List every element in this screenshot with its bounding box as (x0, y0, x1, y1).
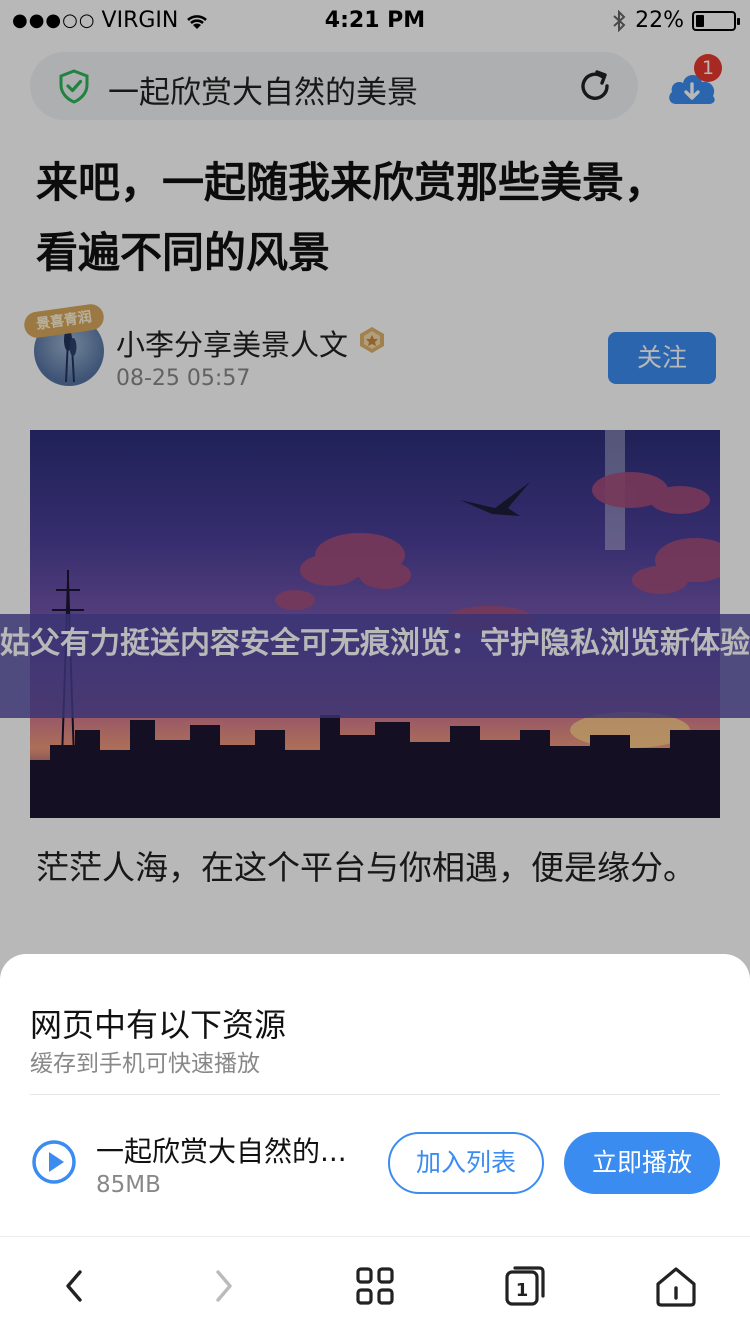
forward-button[interactable] (198, 1260, 250, 1312)
back-button[interactable] (48, 1260, 100, 1312)
sheet-subtitle: 缓存到手机可快速播放 (30, 1051, 260, 1077)
tabs-icon: 1 (505, 1266, 545, 1306)
play-now-button[interactable]: 立即播放 (564, 1132, 720, 1194)
home-button[interactable] (650, 1260, 702, 1312)
home-icon (656, 1267, 696, 1307)
tabs-count: 1 (516, 1280, 529, 1301)
chevron-left-icon (66, 1270, 82, 1302)
resource-size: 85MB (96, 1172, 161, 1198)
grid-icon (356, 1267, 394, 1305)
chevron-right-icon (216, 1270, 232, 1302)
play-circle-icon[interactable] (30, 1138, 78, 1186)
resource-name: 一起欣赏大自然的... (96, 1135, 347, 1168)
tabs-button[interactable]: 1 (499, 1260, 551, 1312)
add-to-list-button[interactable]: 加入列表 (388, 1132, 544, 1194)
resource-item: 一起欣赏大自然的... 85MB 加入列表 立即播放 (0, 1114, 750, 1214)
sheet-divider (30, 1094, 720, 1095)
bottom-toolbar: 1 (0, 1238, 750, 1334)
toolbar-divider (0, 1236, 750, 1237)
sheet-title: 网页中有以下资源 (30, 1006, 287, 1044)
menu-button[interactable] (349, 1260, 401, 1312)
